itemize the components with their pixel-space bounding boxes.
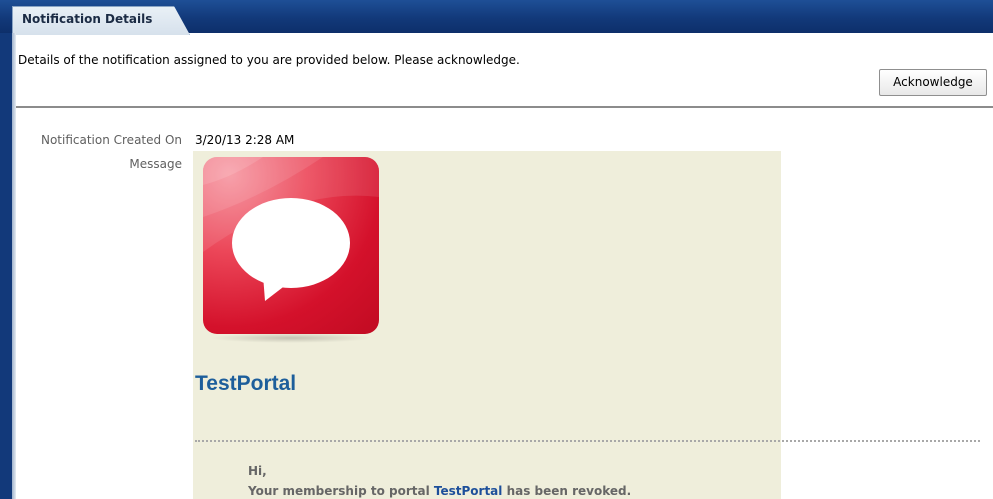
section-divider xyxy=(16,106,993,108)
created-on-label: Notification Created On xyxy=(40,133,182,147)
left-border xyxy=(0,33,12,499)
message-body-prefix: Your membership to portal xyxy=(248,484,434,498)
message-body: Your membership to portal TestPortal has… xyxy=(248,484,631,498)
dotted-separator xyxy=(195,440,980,442)
portal-link[interactable]: TestPortal xyxy=(434,484,503,498)
message-greeting: Hi, xyxy=(248,464,267,478)
portal-title: TestPortal xyxy=(195,372,297,395)
message-body-suffix: has been revoked. xyxy=(502,484,632,498)
message-label: Message xyxy=(129,157,182,171)
icon-shadow xyxy=(210,333,372,343)
instructions-text: Details of the notification assigned to … xyxy=(18,53,520,67)
acknowledge-button[interactable]: Acknowledge xyxy=(879,69,987,96)
left-border-shade xyxy=(12,33,16,499)
tab-label[interactable]: Notification Details xyxy=(22,12,152,26)
created-on-value: 3/20/13 2:28 AM xyxy=(195,133,295,147)
speech-bubble-icon xyxy=(203,157,379,334)
